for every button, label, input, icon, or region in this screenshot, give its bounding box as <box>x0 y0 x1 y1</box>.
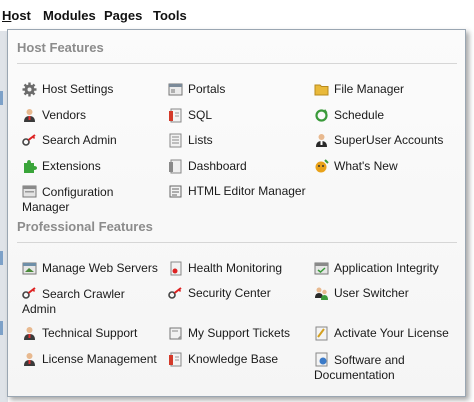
menu-item-label: SuperUser Accounts <box>334 133 444 147</box>
web-servers-icon <box>22 261 37 276</box>
menu-item-knowledge-base[interactable]: Knowledge Base <box>168 352 278 367</box>
menu-item-lists[interactable]: Lists <box>168 133 213 148</box>
sql-document-icon <box>168 108 183 123</box>
menu-host[interactable]: Host <box>2 8 31 23</box>
menu-item-label: Dashboard <box>188 159 247 173</box>
menu-item-sql[interactable]: SQL <box>168 108 212 123</box>
activate-license-icon <box>314 326 329 341</box>
menu-item-user-switcher[interactable]: User Switcher <box>314 286 409 301</box>
portals-window-icon <box>168 82 183 97</box>
menu-item-label: HTML Editor Manager <box>188 184 306 198</box>
menu-item-label: Host Settings <box>42 82 114 96</box>
menu-item-superuser-accounts[interactable]: SuperUser Accounts <box>314 133 443 148</box>
menu-item-label: Vendors <box>42 108 87 122</box>
menu-tools[interactable]: Tools <box>153 8 187 23</box>
folder-icon <box>314 82 329 97</box>
menu-item-manage-web-servers[interactable]: Manage Web Servers <box>22 261 158 276</box>
menu-item-label: File Manager <box>334 82 405 96</box>
menu-item-file-manager[interactable]: File Manager <box>314 82 404 97</box>
health-monitor-icon <box>168 261 183 276</box>
menu-item-search-admin[interactable]: Search Admin <box>22 133 117 148</box>
search-key-icon <box>22 133 37 148</box>
menu-item-label: Application Integrity <box>334 261 439 275</box>
menu-item-health-monitoring[interactable]: Health Monitoring <box>168 261 282 276</box>
support-ticket-icon <box>168 326 183 341</box>
puzzle-piece-icon <box>22 159 37 174</box>
whats-new-icon <box>314 159 329 174</box>
menu-item-vendors[interactable]: Vendors <box>22 108 86 123</box>
support-person-icon <box>22 326 37 341</box>
license-person-icon <box>22 352 37 367</box>
menu-item-technical-support[interactable]: Technical Support <box>22 326 137 341</box>
menu-item-html-editor-manager[interactable]: HTML Editor Manager <box>168 184 306 199</box>
vendor-person-icon <box>22 108 37 123</box>
schedule-refresh-icon <box>314 108 329 123</box>
superuser-icon <box>314 133 329 148</box>
menu-item-label: User Switcher <box>334 286 409 300</box>
software-docs-icon <box>314 352 329 367</box>
menu-item-label: Technical Support <box>42 326 138 340</box>
menu-item-dashboard[interactable]: Dashboard <box>168 159 247 174</box>
configuration-window-icon <box>22 184 37 199</box>
menu-pages[interactable]: Pages <box>104 8 142 23</box>
menu-item-label: My Support Tickets <box>188 326 291 340</box>
security-key-icon <box>168 286 183 301</box>
menu-item-schedule[interactable]: Schedule <box>314 108 384 123</box>
menu-item-label: Activate Your License <box>334 326 449 340</box>
menu-item-label: Search Crawler Admin <box>22 287 125 316</box>
menu-item-host-settings[interactable]: Host Settings <box>22 82 113 97</box>
menu-host-accesskey: H <box>2 8 12 23</box>
menu-item-label: Knowledge Base <box>188 352 279 366</box>
menu-item-my-support-tickets[interactable]: My Support Tickets <box>168 326 290 341</box>
professional-features-title: Professional Features <box>17 219 153 234</box>
menu-item-extensions[interactable]: Extensions <box>22 159 101 174</box>
host-features-divider <box>17 63 457 64</box>
menu-item-security-center[interactable]: Security Center <box>168 286 271 301</box>
menu-item-label: Portals <box>188 82 226 96</box>
menu-item-whats-new[interactable]: What's New <box>314 159 398 174</box>
lists-icon <box>168 133 183 148</box>
menu-item-label: Health Monitoring <box>188 261 283 275</box>
knowledge-base-icon <box>168 352 183 367</box>
dashboard-document-icon <box>168 159 183 174</box>
menu-item-label: Extensions <box>42 159 101 173</box>
menu-item-search-crawler-admin[interactable]: Search Crawler Admin <box>22 286 140 317</box>
search-crawler-key-icon <box>22 286 37 301</box>
menu-item-label: Search Admin <box>42 133 117 147</box>
host-features-title: Host Features <box>17 40 104 55</box>
menu-item-label: Manage Web Servers <box>42 261 158 275</box>
integrity-window-icon <box>314 261 329 276</box>
html-editor-icon <box>168 184 183 199</box>
menu-item-label: Lists <box>188 133 213 147</box>
menu-item-label: Security Center <box>188 286 271 300</box>
menu-item-software-and-documentation[interactable]: Software and Documentation <box>314 352 434 383</box>
user-switcher-icon <box>314 286 329 301</box>
professional-features-divider <box>17 242 457 243</box>
menu-item-label: Schedule <box>334 108 385 122</box>
background-tick <box>0 91 3 105</box>
background-tick <box>0 321 3 335</box>
background-tick <box>0 251 3 265</box>
menu-host-label: ost <box>11 8 31 23</box>
menu-item-label: What's New <box>334 159 398 173</box>
menu-item-label: License Management <box>42 352 157 366</box>
menu-item-label: SQL <box>188 108 213 122</box>
menu-modules[interactable]: Modules <box>43 8 96 23</box>
menu-item-configuration-manager[interactable]: Configuration Manager <box>22 184 140 215</box>
gear-icon <box>22 82 37 97</box>
host-dropdown-menu: Host Features Host Settings Vendors Sear… <box>7 29 466 397</box>
menu-item-portals[interactable]: Portals <box>168 82 225 97</box>
menu-item-activate-your-license[interactable]: Activate Your License <box>314 326 449 341</box>
top-menu-bar: Host Modules Pages Tools <box>0 0 474 31</box>
menu-item-application-integrity[interactable]: Application Integrity <box>314 261 439 276</box>
menu-item-license-management[interactable]: License Management <box>22 352 157 367</box>
